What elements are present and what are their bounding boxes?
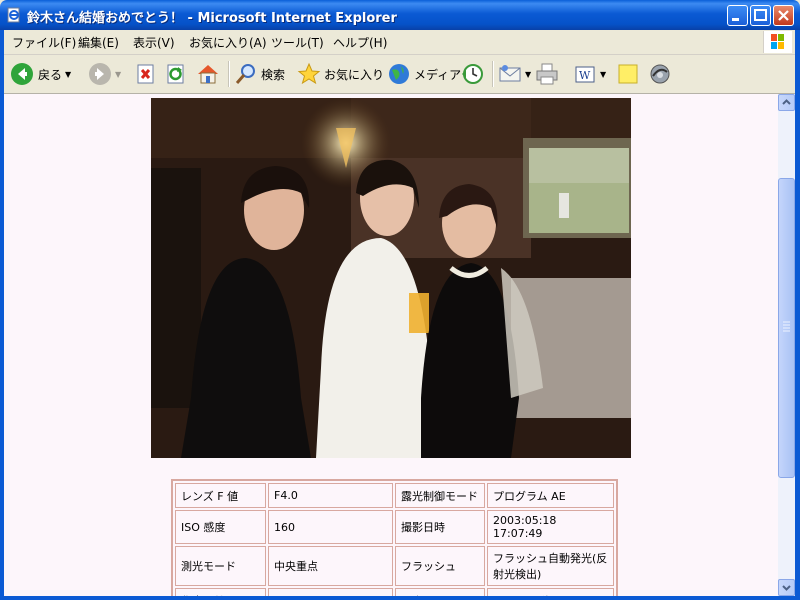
maximize-icon bbox=[754, 9, 767, 21]
scroll-down-button[interactable] bbox=[778, 579, 795, 596]
window-title: 鈴木さん結婚おめでとう！ - Microsoft Internet Explor… bbox=[27, 11, 397, 26]
edit-button[interactable]: W ▼ bbox=[573, 60, 606, 88]
exif-value: 10/400 (秒) bbox=[487, 588, 614, 596]
favorites-star-icon bbox=[297, 62, 321, 85]
search-button[interactable]: 検索 bbox=[234, 60, 285, 88]
exif-label: フラッシュ bbox=[395, 546, 485, 586]
exif-value: 5.00 (mm) bbox=[268, 588, 393, 596]
mail-button[interactable]: ▼ bbox=[498, 60, 531, 88]
minimize-icon bbox=[732, 18, 739, 21]
menu-file[interactable]: ファイル(F) bbox=[12, 34, 76, 51]
menu-bar: ファイル(F) 編集(E) 表示(V) お気に入り(A) ツール(T) ヘルプ(… bbox=[0, 30, 800, 55]
wedding-party-photo bbox=[151, 98, 631, 458]
vertical-scrollbar[interactable] bbox=[778, 94, 795, 596]
media-label: メディア bbox=[414, 67, 462, 82]
standard-toolbar: 戻る ▼ ▼ 検索 お気に入り メディア ▼ W ▼ bbox=[0, 55, 800, 94]
chevron-up-icon bbox=[782, 99, 791, 105]
maximize-button[interactable] bbox=[750, 5, 771, 26]
scroll-thumb[interactable] bbox=[778, 178, 795, 478]
close-icon bbox=[778, 10, 789, 21]
windows-flag-icon bbox=[771, 34, 784, 49]
exif-value: 中央重点 bbox=[268, 546, 393, 586]
forward-dropdown-icon[interactable]: ▼ bbox=[115, 70, 121, 79]
table-row: 焦点距離 5.00 (mm) 露光時間 10/400 (秒) bbox=[175, 588, 614, 596]
toolbar-separator bbox=[228, 61, 230, 87]
toolbar-separator bbox=[492, 61, 494, 87]
back-label: 戻る bbox=[38, 67, 63, 82]
favorites-label: お気に入り bbox=[324, 67, 385, 82]
exif-label: 露光時間 bbox=[395, 588, 485, 596]
table-row: ISO 感度 160 撮影日時 2003:05:18 17:07:49 bbox=[175, 510, 614, 544]
media-globe-icon bbox=[389, 64, 409, 84]
history-clock-icon bbox=[462, 64, 483, 84]
menu-view[interactable]: 表示(V) bbox=[133, 34, 175, 51]
refresh-icon bbox=[167, 64, 184, 84]
exif-value: プログラム AE bbox=[487, 483, 614, 508]
table-row: レンズ F 値 F4.0 露光制御モード プログラム AE bbox=[175, 483, 614, 508]
exif-value: F4.0 bbox=[268, 483, 393, 508]
mail-dropdown-icon[interactable]: ▼ bbox=[525, 70, 531, 79]
favorites-button[interactable]: お気に入り bbox=[297, 60, 384, 88]
history-button[interactable] bbox=[460, 60, 484, 88]
chevron-down-icon bbox=[782, 585, 791, 591]
printer-icon bbox=[536, 63, 558, 85]
search-label: 検索 bbox=[261, 67, 286, 82]
menu-favorites[interactable]: お気に入り(A) bbox=[189, 34, 267, 51]
window-border-right bbox=[795, 30, 800, 600]
back-dropdown-icon[interactable]: ▼ bbox=[65, 70, 71, 79]
ie-page-icon bbox=[7, 7, 20, 23]
grip-icon bbox=[783, 321, 790, 332]
scroll-up-button[interactable] bbox=[778, 94, 795, 111]
home-icon bbox=[198, 65, 218, 84]
windows-logo bbox=[763, 31, 792, 53]
sticky-note-icon bbox=[618, 64, 638, 84]
home-button[interactable] bbox=[196, 60, 220, 88]
forward-arrow-icon bbox=[89, 63, 111, 85]
exif-label: 撮影日時 bbox=[395, 510, 485, 544]
close-button[interactable] bbox=[773, 5, 794, 26]
title-bar[interactable]: 鈴木さん結婚おめでとう！ - Microsoft Internet Explor… bbox=[0, 0, 800, 30]
exif-label: レンズ F 値 bbox=[175, 483, 266, 508]
exif-info-table: レンズ F 値 F4.0 露光制御モード プログラム AE ISO 感度 160… bbox=[171, 479, 618, 596]
messenger-icon bbox=[650, 64, 670, 84]
discuss-button[interactable] bbox=[616, 60, 640, 88]
exif-label: 焦点距離 bbox=[175, 588, 266, 596]
search-icon bbox=[235, 64, 255, 84]
window-border-bottom bbox=[0, 596, 800, 600]
back-arrow-icon bbox=[11, 63, 33, 85]
exif-value: 2003:05:18 17:07:49 bbox=[487, 510, 614, 544]
ie-window: 鈴木さん結婚おめでとう！ - Microsoft Internet Explor… bbox=[0, 0, 800, 600]
stop-icon bbox=[137, 64, 154, 84]
media-button[interactable]: メディア bbox=[387, 60, 461, 88]
exif-label: ISO 感度 bbox=[175, 510, 266, 544]
exif-label: 露光制御モード bbox=[395, 483, 485, 508]
back-button[interactable]: 戻る ▼ bbox=[10, 60, 71, 88]
menu-tools[interactable]: ツール(T) bbox=[271, 34, 324, 51]
messenger-button[interactable] bbox=[648, 60, 672, 88]
print-button[interactable] bbox=[535, 60, 559, 88]
menu-edit[interactable]: 編集(E) bbox=[78, 34, 119, 51]
forward-button[interactable]: ▼ bbox=[88, 60, 121, 88]
table-row: 測光モード 中央重点 フラッシュ フラッシュ自動発光(反射光検出) bbox=[175, 546, 614, 586]
edit-dropdown-icon[interactable]: ▼ bbox=[600, 70, 606, 79]
stop-button[interactable] bbox=[134, 60, 158, 88]
minimize-button[interactable] bbox=[727, 5, 748, 26]
refresh-button[interactable] bbox=[164, 60, 188, 88]
svg-text:W: W bbox=[579, 69, 591, 82]
exif-value: 160 bbox=[268, 510, 393, 544]
page-content: レンズ F 値 F4.0 露光制御モード プログラム AE ISO 感度 160… bbox=[4, 94, 778, 596]
word-edit-icon: W bbox=[575, 66, 595, 83]
mail-envelope-icon bbox=[499, 65, 521, 82]
menu-help[interactable]: ヘルプ(H) bbox=[333, 34, 387, 51]
exif-value: フラッシュ自動発光(反射光検出) bbox=[487, 546, 614, 586]
exif-label: 測光モード bbox=[175, 546, 266, 586]
